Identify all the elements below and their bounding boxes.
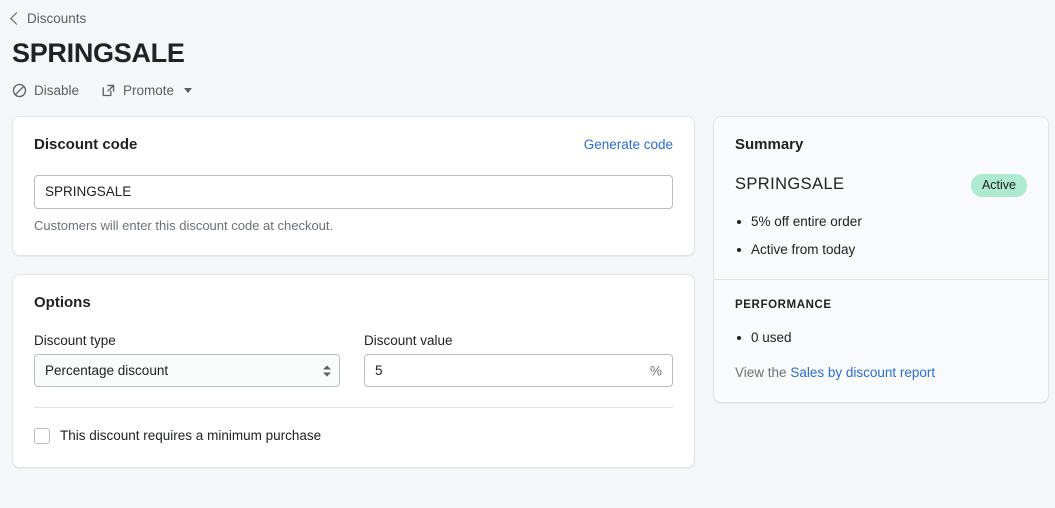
minimum-purchase-label[interactable]: This discount requires a minimum purchas… xyxy=(60,427,321,445)
report-line: View the Sales by discount report xyxy=(735,364,1027,382)
page-actions: Disable Promote xyxy=(12,83,1055,98)
summary-card: Summary SPRINGSALE Active 5% off entire … xyxy=(713,116,1049,403)
breadcrumb-label: Discounts xyxy=(27,12,86,26)
discount-type-select[interactable]: Percentage discount xyxy=(34,354,340,387)
minimum-purchase-checkbox[interactable] xyxy=(34,428,50,444)
discount-detail-page: Discounts SPRINGSALE Disable xyxy=(0,0,1055,508)
summary-bullet-list: 5% off entire order Active from today xyxy=(735,213,1027,259)
chevron-down-icon[interactable] xyxy=(184,88,192,93)
list-item: Active from today xyxy=(735,241,1027,259)
discount-type-selected-value: Percentage discount xyxy=(45,363,168,378)
performance-heading: PERFORMANCE xyxy=(735,299,1027,313)
minimum-purchase-row[interactable]: This discount requires a minimum purchas… xyxy=(13,408,694,467)
generate-code-link[interactable]: Generate code xyxy=(584,137,673,153)
discount-type-field: Discount type Percentage discount xyxy=(34,332,340,388)
page-header: Discounts SPRINGSALE Disable xyxy=(0,0,1055,98)
prohibited-circle-icon xyxy=(12,83,27,98)
summary-code-row: SPRINGSALE Active xyxy=(735,174,1027,197)
options-title: Options xyxy=(34,294,673,312)
disable-label: Disable xyxy=(34,84,79,98)
discount-value-field: Discount value % xyxy=(364,332,673,388)
side-column: Summary SPRINGSALE Active 5% off entire … xyxy=(713,116,1049,403)
discount-code-card-header: Discount code Generate code xyxy=(34,136,673,154)
discount-code-help-text: Customers will enter this discount code … xyxy=(34,218,673,235)
options-card: Options Discount type Percentage discoun… xyxy=(12,274,695,468)
sales-by-discount-report-link[interactable]: Sales by discount report xyxy=(790,365,935,380)
list-item: 0 used xyxy=(735,329,1027,347)
report-prefix: View the xyxy=(735,365,787,380)
disable-button[interactable]: Disable xyxy=(12,83,79,98)
summary-discount-code: SPRINGSALE xyxy=(735,175,844,195)
promote-label: Promote xyxy=(123,84,174,98)
main-column: Discount code Generate code Customers wi… xyxy=(12,116,695,468)
summary-section: Summary SPRINGSALE Active 5% off entire … xyxy=(714,117,1048,279)
page-title: SPRINGSALE xyxy=(12,39,1055,69)
status-badge: Active xyxy=(971,174,1027,197)
external-link-icon xyxy=(101,83,116,98)
discount-code-card: Discount code Generate code Customers wi… xyxy=(12,116,695,256)
promote-button[interactable]: Promote xyxy=(101,83,192,98)
performance-section: PERFORMANCE 0 used View the Sales by dis… xyxy=(714,280,1048,402)
options-field-row: Discount type Percentage discount xyxy=(34,332,673,388)
breadcrumb-back-discounts[interactable]: Discounts xyxy=(12,10,86,28)
summary-title: Summary xyxy=(735,136,1027,154)
chevron-left-icon xyxy=(10,12,23,25)
discount-code-input[interactable] xyxy=(34,175,673,209)
performance-bullet-list: 0 used xyxy=(735,329,1027,347)
discount-value-label: Discount value xyxy=(364,332,673,350)
discount-code-title: Discount code xyxy=(34,136,137,154)
list-item: 5% off entire order xyxy=(735,213,1027,231)
discount-type-label: Discount type xyxy=(34,332,340,350)
discount-value-input[interactable] xyxy=(364,354,673,387)
content-columns: Discount code Generate code Customers wi… xyxy=(0,116,1055,468)
